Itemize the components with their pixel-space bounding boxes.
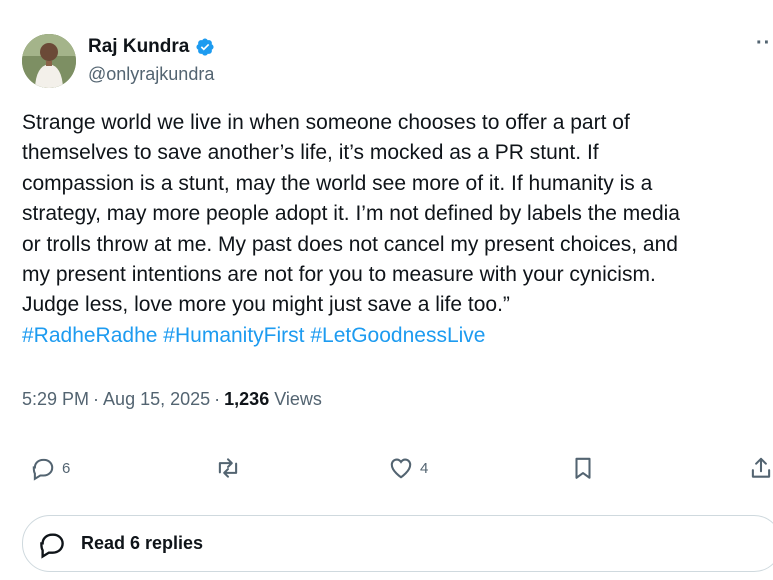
meta-separator: · (214, 389, 221, 409)
like-count: 4 (420, 459, 429, 477)
tweet-line: my present intentions are not for you to… (22, 263, 656, 287)
views-count: 1,236 (224, 389, 270, 409)
author-handle[interactable]: @onlyrajkundra (88, 64, 214, 85)
tweet-line: Strange world we live in when someone ch… (22, 111, 630, 134)
read-replies-button[interactable]: Read 6 replies (22, 515, 773, 572)
tweet-meta: 5:29 PM · Aug 15, 2025 · 1,236 Views (22, 389, 322, 410)
hashtag-link[interactable]: #RadheRadhe (22, 324, 157, 347)
reply-bubble-icon (40, 532, 64, 559)
avatar[interactable] (22, 34, 76, 88)
share-button[interactable] (748, 455, 773, 481)
author-name-text[interactable]: Raj Kundra (88, 36, 189, 58)
tweet-line: or trolls throw at me. My past does not … (22, 232, 678, 256)
share-icon (751, 457, 771, 478)
views-label: Views (274, 389, 322, 409)
verified-badge-icon (196, 38, 214, 56)
repost-button[interactable] (215, 455, 241, 481)
reply-count: 6 (62, 459, 71, 477)
tweet-line: compassion is a stunt, may the world see… (22, 171, 653, 195)
bookmark-icon (575, 457, 591, 479)
avatar-image (22, 34, 76, 88)
meta-separator: · (93, 389, 100, 409)
tweet-line: strategy, may more people adopt it. I’m … (22, 202, 680, 226)
read-replies-label: Read 6 replies (81, 533, 204, 553)
tweet-date[interactable]: Aug 15, 2025 (103, 389, 210, 410)
repost-icon (218, 458, 238, 478)
hashtag-row: #RadheRadhe #HumanityFirst #LetGoodnessL… (22, 321, 767, 351)
tweet-time[interactable]: 5:29 PM (22, 389, 89, 410)
more-options-icon[interactable]: ·· (756, 33, 771, 53)
tweet-line: Judge less, love more you might just sav… (22, 293, 510, 317)
like-button[interactable]: 4 (388, 455, 428, 481)
tweet-text: Strange world we live in when someone ch… (22, 108, 767, 351)
heart-icon (390, 458, 412, 479)
author-name[interactable]: Raj Kundra (88, 36, 215, 58)
hashtag-link[interactable]: #HumanityFirst (163, 324, 304, 347)
reply-button[interactable]: 6 (30, 455, 70, 481)
tweet-line: themselves to save another’s life, it’s … (22, 141, 599, 165)
action-bar: 6 4 (0, 455, 773, 487)
reply-icon (32, 458, 54, 481)
hashtag-link[interactable]: #LetGoodnessLive (310, 324, 485, 347)
bookmark-button[interactable] (570, 455, 596, 481)
